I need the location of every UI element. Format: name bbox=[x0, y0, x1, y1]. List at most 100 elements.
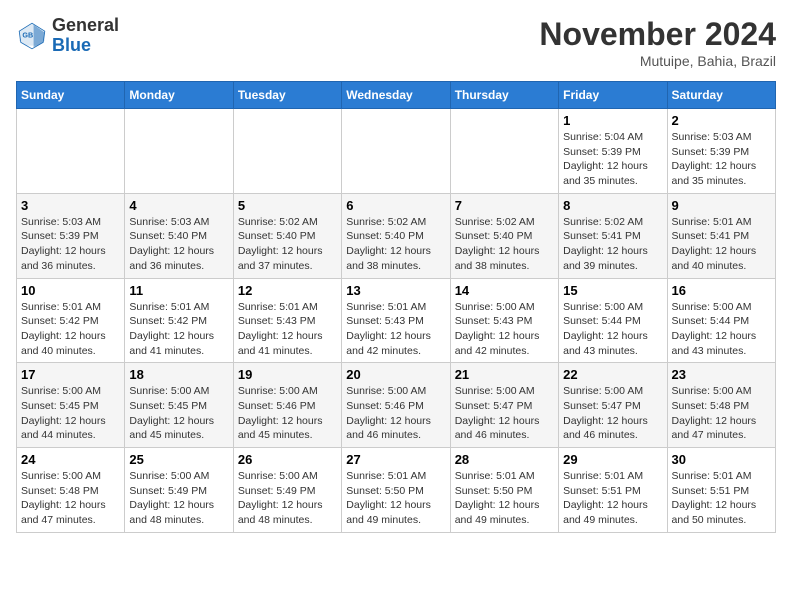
calendar-cell: 18Sunrise: 5:00 AMSunset: 5:45 PMDayligh… bbox=[125, 363, 233, 448]
day-info: Sunrise: 5:01 AMSunset: 5:51 PMDaylight:… bbox=[672, 469, 771, 528]
calendar-cell bbox=[17, 109, 125, 194]
day-number: 16 bbox=[672, 283, 771, 298]
day-info: Sunrise: 5:01 AMSunset: 5:50 PMDaylight:… bbox=[455, 469, 554, 528]
calendar-cell: 27 Sunrise: 5:01 AMSunset: 5:50 PMDayligh… bbox=[342, 448, 450, 533]
calendar-cell: 11 Sunrise: 5:01 AMSunset: 5:42 PMDayligh… bbox=[125, 278, 233, 363]
day-number: 11 bbox=[129, 283, 228, 298]
day-number: 2 bbox=[672, 113, 771, 128]
day-info: Sunrise: 5:00 AMSunset: 5:45 PMDaylight:… bbox=[21, 384, 120, 443]
day-info: Sunrise: 5:01 AMSunset: 5:42 PMDaylight:… bbox=[129, 300, 228, 359]
day-of-week-header: Saturday bbox=[667, 82, 775, 109]
calendar-cell bbox=[233, 109, 341, 194]
logo-text: General Blue bbox=[52, 16, 119, 56]
location: Mutuipe, Bahia, Brazil bbox=[539, 53, 776, 69]
day-number: 4 bbox=[129, 198, 228, 213]
day-info: Sunrise: 5:00 AMSunset: 5:45 PMDaylight:… bbox=[129, 384, 228, 443]
calendar-cell: 2 Sunrise: 5:03 AMSunset: 5:39 PMDaylight… bbox=[667, 109, 775, 194]
calendar-cell: 7 Sunrise: 5:02 AMSunset: 5:40 PMDaylight… bbox=[450, 193, 558, 278]
calendar-cell: 15Sunrise: 5:00 AMSunset: 5:44 PMDayligh… bbox=[559, 278, 667, 363]
day-info: Sunrise: 5:02 AMSunset: 5:41 PMDaylight:… bbox=[563, 215, 662, 274]
day-info: Sunrise: 5:03 AMSunset: 5:39 PMDaylight:… bbox=[21, 215, 120, 274]
day-number: 14 bbox=[455, 283, 554, 298]
day-info: Sunrise: 5:00 AMSunset: 5:46 PMDaylight:… bbox=[238, 384, 337, 443]
calendar-cell: 30 Sunrise: 5:01 AMSunset: 5:51 PMDayligh… bbox=[667, 448, 775, 533]
calendar-week-row: 10 Sunrise: 5:01 AMSunset: 5:42 PMDayligh… bbox=[17, 278, 776, 363]
day-info: Sunrise: 5:01 AMSunset: 5:43 PMDaylight:… bbox=[346, 300, 445, 359]
day-of-week-header: Wednesday bbox=[342, 82, 450, 109]
day-number: 23 bbox=[672, 367, 771, 382]
calendar-cell: 19 Sunrise: 5:00 AMSunset: 5:46 PMDayligh… bbox=[233, 363, 341, 448]
day-info: Sunrise: 5:01 AMSunset: 5:41 PMDaylight:… bbox=[672, 215, 771, 274]
day-info: Sunrise: 5:02 AMSunset: 5:40 PMDaylight:… bbox=[238, 215, 337, 274]
calendar-cell: 12 Sunrise: 5:01 AMSunset: 5:43 PMDayligh… bbox=[233, 278, 341, 363]
day-info: Sunrise: 5:01 AMSunset: 5:42 PMDaylight:… bbox=[21, 300, 120, 359]
day-number: 29 bbox=[563, 452, 662, 467]
day-number: 5 bbox=[238, 198, 337, 213]
logo: GB General Blue bbox=[16, 16, 119, 56]
calendar-cell: 14 Sunrise: 5:00 AMSunset: 5:43 PMDayligh… bbox=[450, 278, 558, 363]
calendar-cell: 6 Sunrise: 5:02 AMSunset: 5:40 PMDaylight… bbox=[342, 193, 450, 278]
day-number: 21 bbox=[455, 367, 554, 382]
calendar-header-row: SundayMondayTuesdayWednesdayThursdayFrid… bbox=[17, 82, 776, 109]
day-number: 27 bbox=[346, 452, 445, 467]
calendar-cell: 16 Sunrise: 5:00 AMSunset: 5:44 PMDayligh… bbox=[667, 278, 775, 363]
day-of-week-header: Sunday bbox=[17, 82, 125, 109]
day-info: Sunrise: 5:02 AMSunset: 5:40 PMDaylight:… bbox=[455, 215, 554, 274]
day-info: Sunrise: 5:00 AMSunset: 5:48 PMDaylight:… bbox=[672, 384, 771, 443]
day-of-week-header: Thursday bbox=[450, 82, 558, 109]
calendar-cell: 29 Sunrise: 5:01 AMSunset: 5:51 PMDayligh… bbox=[559, 448, 667, 533]
day-info: Sunrise: 5:00 AMSunset: 5:49 PMDaylight:… bbox=[129, 469, 228, 528]
logo-icon: GB bbox=[16, 20, 48, 52]
day-number: 6 bbox=[346, 198, 445, 213]
day-number: 17 bbox=[21, 367, 120, 382]
day-number: 26 bbox=[238, 452, 337, 467]
logo-general: General bbox=[52, 15, 119, 35]
calendar-cell: 5 Sunrise: 5:02 AMSunset: 5:40 PMDaylight… bbox=[233, 193, 341, 278]
calendar-week-row: 1 Sunrise: 5:04 AMSunset: 5:39 PMDaylight… bbox=[17, 109, 776, 194]
calendar-cell: 25Sunrise: 5:00 AMSunset: 5:49 PMDayligh… bbox=[125, 448, 233, 533]
day-number: 7 bbox=[455, 198, 554, 213]
day-number: 15 bbox=[563, 283, 662, 298]
day-number: 30 bbox=[672, 452, 771, 467]
day-number: 28 bbox=[455, 452, 554, 467]
svg-text:GB: GB bbox=[22, 30, 33, 39]
day-info: Sunrise: 5:00 AMSunset: 5:43 PMDaylight:… bbox=[455, 300, 554, 359]
day-number: 24 bbox=[21, 452, 120, 467]
day-info: Sunrise: 5:01 AMSunset: 5:50 PMDaylight:… bbox=[346, 469, 445, 528]
day-number: 10 bbox=[21, 283, 120, 298]
day-info: Sunrise: 5:02 AMSunset: 5:40 PMDaylight:… bbox=[346, 215, 445, 274]
calendar-cell bbox=[450, 109, 558, 194]
calendar-week-row: 24Sunrise: 5:00 AMSunset: 5:48 PMDayligh… bbox=[17, 448, 776, 533]
page-header: GB General Blue November 2024 Mutuipe, B… bbox=[16, 16, 776, 69]
calendar-week-row: 3 Sunrise: 5:03 AMSunset: 5:39 PMDaylight… bbox=[17, 193, 776, 278]
calendar-cell bbox=[342, 109, 450, 194]
day-info: Sunrise: 5:00 AMSunset: 5:44 PMDaylight:… bbox=[672, 300, 771, 359]
day-info: Sunrise: 5:00 AMSunset: 5:47 PMDaylight:… bbox=[455, 384, 554, 443]
day-number: 1 bbox=[563, 113, 662, 128]
calendar-body: 1 Sunrise: 5:04 AMSunset: 5:39 PMDaylight… bbox=[17, 109, 776, 533]
day-info: Sunrise: 5:03 AMSunset: 5:39 PMDaylight:… bbox=[672, 130, 771, 189]
calendar-cell: 3 Sunrise: 5:03 AMSunset: 5:39 PMDaylight… bbox=[17, 193, 125, 278]
day-info: Sunrise: 5:03 AMSunset: 5:40 PMDaylight:… bbox=[129, 215, 228, 274]
month-title: November 2024 bbox=[539, 16, 776, 53]
calendar-cell: 23 Sunrise: 5:00 AMSunset: 5:48 PMDayligh… bbox=[667, 363, 775, 448]
calendar-cell: 8Sunrise: 5:02 AMSunset: 5:41 PMDaylight… bbox=[559, 193, 667, 278]
logo-blue: Blue bbox=[52, 35, 91, 55]
day-of-week-header: Tuesday bbox=[233, 82, 341, 109]
title-block: November 2024 Mutuipe, Bahia, Brazil bbox=[539, 16, 776, 69]
calendar-cell: 1 Sunrise: 5:04 AMSunset: 5:39 PMDaylight… bbox=[559, 109, 667, 194]
day-number: 12 bbox=[238, 283, 337, 298]
day-of-week-header: Friday bbox=[559, 82, 667, 109]
day-info: Sunrise: 5:01 AMSunset: 5:43 PMDaylight:… bbox=[238, 300, 337, 359]
day-info: Sunrise: 5:04 AMSunset: 5:39 PMDaylight:… bbox=[563, 130, 662, 189]
day-number: 3 bbox=[21, 198, 120, 213]
calendar-cell bbox=[125, 109, 233, 194]
day-of-week-header: Monday bbox=[125, 82, 233, 109]
calendar-cell: 21 Sunrise: 5:00 AMSunset: 5:47 PMDayligh… bbox=[450, 363, 558, 448]
calendar-cell: 4 Sunrise: 5:03 AMSunset: 5:40 PMDaylight… bbox=[125, 193, 233, 278]
day-info: Sunrise: 5:00 AMSunset: 5:49 PMDaylight:… bbox=[238, 469, 337, 528]
day-number: 13 bbox=[346, 283, 445, 298]
day-number: 19 bbox=[238, 367, 337, 382]
day-info: Sunrise: 5:01 AMSunset: 5:51 PMDaylight:… bbox=[563, 469, 662, 528]
day-number: 9 bbox=[672, 198, 771, 213]
